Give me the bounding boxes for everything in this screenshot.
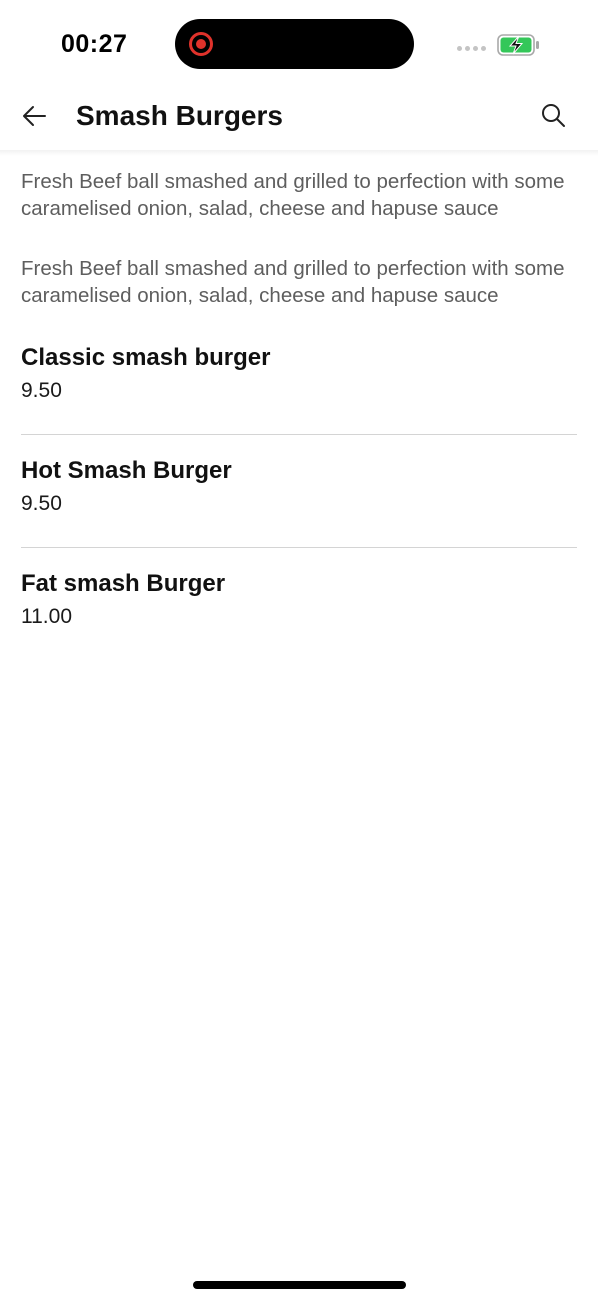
screen: 00:27 Smash Burgers Fresh Beef ball smas… [0,0,598,1300]
status-bar: 00:27 [0,0,598,88]
menu-item[interactable]: Hot Smash Burger 9.50 [21,435,577,548]
item-price: 11.00 [21,605,72,628]
dynamic-island [175,19,414,69]
app-header: Smash Burgers [0,88,598,150]
page-title: Smash Burgers [76,100,283,131]
arrow-left-icon[interactable] [20,102,48,130]
item-price: 9.50 [21,492,62,515]
menu-item[interactable]: Classic smash burger 9.50 [21,342,577,435]
battery-charging-icon [497,34,539,56]
category-content: Fresh Beef ball smashed and grilled to p… [21,168,577,660]
screen-recording-icon [189,32,213,56]
item-name: Hot Smash Burger [21,457,232,484]
signal-dots-icon [457,46,486,51]
item-name: Fat smash Burger [21,570,226,597]
item-price: 9.50 [21,379,62,402]
item-name: Classic smash burger [21,344,271,371]
header-divider [0,150,598,156]
search-icon[interactable] [540,102,566,128]
menu-list: Classic smash burger 9.50 Hot Smash Burg… [21,342,577,660]
status-time: 00:27 [61,30,128,58]
category-description: Fresh Beef ball smashed and grilled to p… [21,170,565,220]
home-indicator[interactable] [193,1281,406,1289]
menu-item[interactable]: Fat smash Burger 11.00 [21,548,577,660]
category-description: Fresh Beef ball smashed and grilled to p… [21,257,565,307]
